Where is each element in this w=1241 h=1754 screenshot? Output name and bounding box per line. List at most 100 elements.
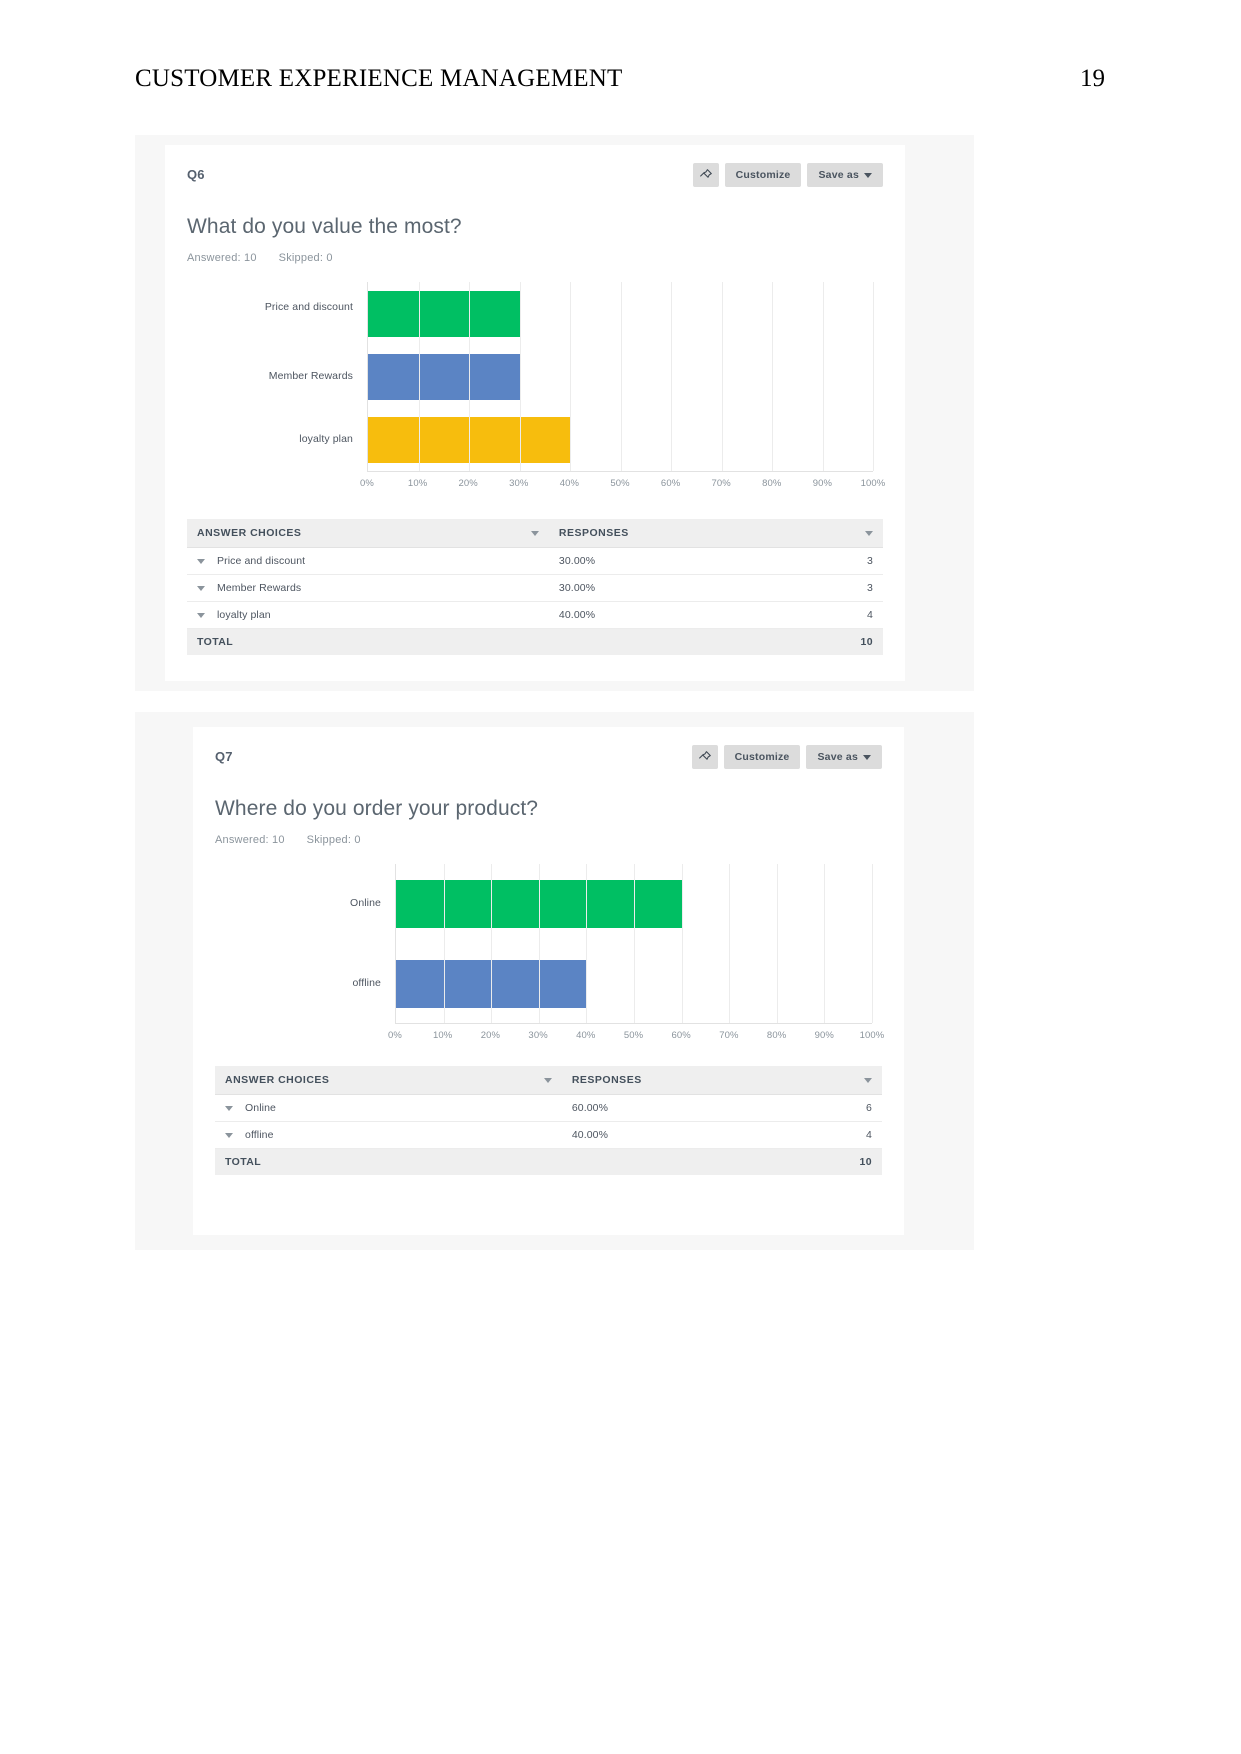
row-chevron-down-icon[interactable] bbox=[197, 558, 205, 564]
answer-choice-label: offline bbox=[245, 1129, 274, 1141]
total-count: 10 bbox=[761, 1148, 882, 1175]
cell-answer-choice[interactable]: loyalty plan bbox=[187, 601, 549, 629]
axis-tick-label: 70% bbox=[711, 478, 731, 489]
question-meta: Answered: 10 Skipped: 0 bbox=[187, 252, 883, 264]
skipped-count: Skipped: 0 bbox=[306, 834, 361, 846]
axis-tick-label: 20% bbox=[480, 1030, 501, 1041]
question-title: Where do you order your product? bbox=[215, 797, 539, 820]
axis-tick-label: 60% bbox=[660, 478, 681, 489]
chart-gridline bbox=[776, 864, 778, 1023]
table-body: Online 60.00% 6 offline 40.00% 4 TOTAL 10 bbox=[215, 1094, 882, 1175]
cell-answer-choice[interactable]: Price and discount bbox=[187, 547, 549, 575]
customize-button[interactable]: Customize bbox=[724, 163, 802, 187]
chart-bar bbox=[368, 290, 520, 337]
page-title: CUSTOMER EXPERIENCE MANAGEMENT bbox=[135, 65, 623, 92]
responses-table-q6: ANSWER CHOICES RESPONSES Price and disco… bbox=[187, 519, 883, 655]
column-header-responses[interactable]: RESPONSES bbox=[548, 519, 883, 548]
table-body: Price and discount 30.00% 3 Member Rewards 3… bbox=[187, 547, 883, 655]
chart-gridline bbox=[681, 864, 683, 1023]
column-header-responses[interactable]: RESPONSES bbox=[561, 1066, 882, 1095]
chart-gridline bbox=[418, 282, 420, 471]
table-header-row: ANSWER CHOICES RESPONSES bbox=[215, 1066, 882, 1095]
cell-response-percent: 30.00% bbox=[548, 547, 758, 575]
chart-x-axis: 0% 10% 20% 30% 40% 50% 60% 70% 80% 90% 100% bbox=[388, 1030, 884, 1046]
pin-icon[interactable] bbox=[692, 163, 719, 187]
answer-choices-header-label: ANSWER CHOICES bbox=[225, 1074, 330, 1086]
survey-card: Q6 Customize Save as What do you value t… bbox=[165, 145, 905, 681]
chevron-down-icon bbox=[864, 172, 872, 178]
row-chevron-down-icon[interactable] bbox=[197, 612, 205, 618]
skipped-count: Skipped: 0 bbox=[278, 252, 333, 264]
sort-chevron-down-icon bbox=[530, 531, 539, 536]
axis-tick-label: 90% bbox=[814, 1030, 834, 1041]
card-action-buttons: Customize Save as bbox=[691, 745, 882, 769]
chart-category-label: Price and discount bbox=[264, 300, 353, 313]
chart-gridline bbox=[586, 864, 588, 1023]
axis-tick-label: 80% bbox=[766, 1030, 787, 1041]
answered-count: Answered: 10 bbox=[215, 834, 285, 846]
cell-response-percent: 60.00% bbox=[561, 1094, 762, 1122]
axis-tick-label: 30% bbox=[509, 478, 529, 489]
customize-button-label: Customize bbox=[735, 169, 791, 181]
chart-gridline bbox=[824, 864, 826, 1023]
row-chevron-down-icon[interactable] bbox=[225, 1105, 233, 1111]
save-as-button-label: Save as bbox=[817, 751, 858, 763]
chart-gridline bbox=[671, 282, 672, 471]
card-header-row: Q7 Customize Save as bbox=[215, 745, 882, 775]
chart-gridline bbox=[538, 864, 540, 1023]
table-row: Online 60.00% 6 bbox=[215, 1094, 882, 1122]
chart-plot-area bbox=[395, 864, 873, 1024]
column-header-answer-choices[interactable]: ANSWER CHOICES bbox=[215, 1066, 562, 1095]
axis-tick-label: 0% bbox=[360, 478, 374, 489]
answer-choices-header-label: ANSWER CHOICES bbox=[197, 527, 302, 539]
column-header-answer-choices[interactable]: ANSWER CHOICES bbox=[187, 519, 549, 548]
answer-choice-label: Member Rewards bbox=[217, 582, 302, 594]
save-as-button[interactable]: Save as bbox=[806, 745, 882, 769]
responses-table-q7: ANSWER CHOICES RESPONSES Online 60.00% 6 of… bbox=[215, 1066, 882, 1175]
axis-tick-label: 70% bbox=[719, 1030, 739, 1041]
cell-response-percent: 40.00% bbox=[561, 1121, 762, 1149]
cell-answer-choice[interactable]: Member Rewards bbox=[187, 574, 549, 602]
page-number: 19 bbox=[1080, 65, 1105, 92]
chart-gridline bbox=[634, 864, 635, 1023]
save-as-button[interactable]: Save as bbox=[807, 163, 883, 187]
axis-tick-label: 60% bbox=[671, 1030, 691, 1041]
row-chevron-down-icon[interactable] bbox=[197, 585, 205, 591]
chart-gridline bbox=[570, 282, 571, 471]
bar-chart-q6: Price and discount Member Rewards loyalty … bbox=[187, 282, 886, 497]
answer-choice-label: loyalty plan bbox=[217, 609, 271, 621]
chart-gridline bbox=[729, 864, 731, 1023]
cell-answer-choice[interactable]: offline bbox=[215, 1121, 562, 1149]
chart-category-label: offline bbox=[352, 977, 381, 989]
axis-tick-label: 20% bbox=[458, 478, 478, 489]
chart-gridline bbox=[721, 282, 723, 471]
chart-gridline bbox=[491, 864, 493, 1023]
table-row: loyalty plan 40.00% 4 bbox=[187, 601, 883, 629]
axis-tick-label: 100% bbox=[859, 1030, 885, 1041]
chart-category-label: Online bbox=[350, 897, 381, 909]
chart-gridline bbox=[469, 282, 470, 471]
table-header-row: ANSWER CHOICES RESPONSES bbox=[187, 519, 883, 548]
cell-response-count: 6 bbox=[761, 1094, 882, 1122]
chart-gridline bbox=[822, 282, 824, 471]
chart-category-labels: Online offline bbox=[215, 864, 387, 1024]
cell-answer-choice[interactable]: Online bbox=[215, 1094, 562, 1122]
axis-tick-label: 90% bbox=[812, 478, 833, 489]
axis-tick-label: 40% bbox=[576, 1030, 596, 1041]
answer-choice-label: Online bbox=[245, 1102, 276, 1114]
sort-chevron-down-icon bbox=[864, 1078, 872, 1083]
row-chevron-down-icon[interactable] bbox=[225, 1132, 233, 1138]
total-label: TOTAL bbox=[187, 628, 758, 655]
table-total-row: TOTAL 10 bbox=[215, 1148, 882, 1175]
chart-category-label: Member Rewards bbox=[268, 370, 353, 382]
chart-bar bbox=[368, 354, 520, 400]
axis-tick-label: 30% bbox=[528, 1030, 548, 1041]
page-header: CUSTOMER EXPERIENCE MANAGEMENT 19 bbox=[135, 58, 1105, 100]
sort-chevron-down-icon bbox=[543, 1078, 552, 1083]
customize-button[interactable]: Customize bbox=[723, 745, 801, 769]
axis-tick-label: 0% bbox=[388, 1030, 402, 1041]
responses-header-label: RESPONSES bbox=[558, 527, 629, 539]
pin-icon[interactable] bbox=[691, 745, 718, 769]
axis-tick-label: 100% bbox=[860, 478, 886, 489]
total-label: TOTAL bbox=[215, 1148, 762, 1175]
